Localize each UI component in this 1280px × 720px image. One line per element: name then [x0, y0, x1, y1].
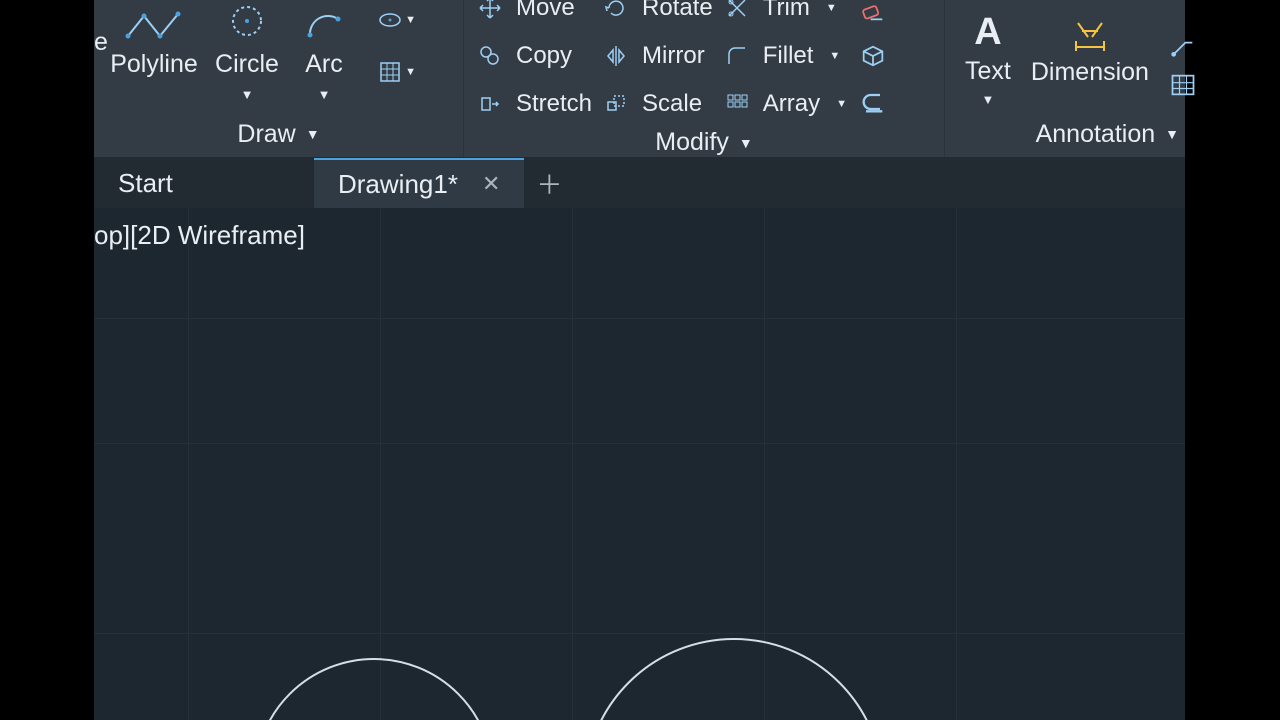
panel-modify-body: Move Copy Stretch	[464, 0, 944, 128]
tab-close-button[interactable]: ✕	[482, 171, 500, 197]
panel-annotation-title[interactable]: Annotation ▼	[945, 111, 1185, 157]
array-dropdown-icon[interactable]: ▼	[836, 98, 847, 110]
trim-label: Trim	[763, 0, 810, 22]
copy-button[interactable]: Copy	[476, 36, 592, 76]
leader-icon	[1169, 31, 1197, 59]
tab-start[interactable]: Start	[94, 158, 314, 208]
solid-icon	[859, 42, 887, 70]
viewport-label[interactable]: op][2D Wireframe]	[94, 220, 305, 251]
move-icon	[476, 0, 504, 22]
scale-icon	[602, 90, 630, 118]
table-tool[interactable]	[1169, 71, 1199, 101]
stretch-button[interactable]: Stretch	[476, 84, 592, 124]
tab-drawing1-label: Drawing1*	[338, 169, 458, 200]
panel-annotation-body: A Text ▼	[945, 0, 1185, 111]
hatch-tool[interactable]: ▼	[372, 52, 422, 92]
panel-modify: Move Copy Stretch	[464, 0, 945, 157]
svg-text:A: A	[974, 11, 1001, 53]
circle-icon	[227, 0, 267, 50]
tab-add-button[interactable]: ＋	[524, 158, 574, 208]
polyline-tool[interactable]: Polyline	[102, 0, 206, 79]
panel-annotation-expand-icon: ▼	[1165, 126, 1179, 142]
table-icon	[1169, 71, 1197, 99]
document-tabbar: Start Drawing1* ✕ ＋	[94, 158, 1185, 208]
trim-button[interactable]: Trim ▼	[723, 0, 847, 28]
trim-icon	[723, 0, 751, 22]
annotation-small-tools	[1169, 31, 1199, 107]
text-icon: A	[966, 7, 1010, 57]
circle-dropdown-icon[interactable]: ▼	[241, 87, 254, 102]
fillet-button[interactable]: Fillet ▼	[723, 36, 847, 76]
arc-label: Arc	[305, 50, 343, 79]
leader-tool[interactable]	[1169, 31, 1199, 61]
mirror-label: Mirror	[642, 42, 705, 70]
array-button[interactable]: Array ▼	[723, 84, 847, 124]
panel-draw-expand-icon: ▼	[306, 126, 320, 142]
ellipse-icon	[378, 8, 402, 32]
panel-annotation: A Text ▼	[945, 0, 1185, 157]
text-tool[interactable]: A Text ▼	[965, 7, 1011, 107]
ellipse-tool[interactable]: ▼	[372, 0, 422, 40]
dimension-tool[interactable]: Dimension	[1031, 8, 1149, 107]
mirror-icon	[602, 42, 630, 70]
polyline-label: Polyline	[110, 50, 198, 79]
subset-icon	[859, 88, 887, 116]
hatch-dropdown-icon[interactable]: ▼	[405, 66, 416, 78]
stretch-icon	[476, 90, 504, 118]
circle-object-2[interactable]	[584, 638, 884, 720]
scale-button[interactable]: Scale	[602, 84, 713, 124]
tab-start-label: Start	[118, 168, 173, 199]
panel-modify-title[interactable]: Modify ▼	[464, 128, 944, 157]
ellipse-dropdown-icon[interactable]: ▼	[405, 14, 416, 26]
panel-draw-title[interactable]: Draw ▼	[94, 111, 463, 157]
dimension-icon	[1068, 8, 1112, 58]
dimension-label: Dimension	[1031, 58, 1149, 87]
array-icon	[723, 90, 751, 118]
panel-modify-title-label: Modify	[655, 128, 729, 157]
circle-label: Circle	[215, 50, 279, 79]
tab-drawing1[interactable]: Drawing1* ✕	[314, 158, 524, 208]
arc-icon	[304, 0, 344, 50]
array-label: Array	[763, 90, 820, 118]
scale-label: Scale	[642, 90, 702, 118]
fillet-icon	[723, 42, 751, 70]
drawing-canvas[interactable]: op][2D Wireframe]	[94, 208, 1185, 720]
move-label: Move	[516, 0, 575, 22]
mirror-button[interactable]: Mirror	[602, 36, 713, 76]
circle-tool[interactable]: Circle ▼	[206, 0, 288, 102]
arc-tool[interactable]: Arc ▼	[288, 0, 360, 102]
rotate-icon	[602, 0, 630, 22]
trim-dropdown-icon[interactable]: ▼	[826, 2, 837, 14]
erase-button[interactable]	[857, 0, 889, 26]
panel-annotation-title-label: Annotation	[1036, 120, 1156, 149]
polyline-icon	[124, 0, 184, 50]
copy-icon	[476, 42, 504, 70]
copy-label: Copy	[516, 42, 572, 70]
app-root: e Polyline	[94, 0, 1185, 720]
ribbon: e Polyline	[94, 0, 1185, 158]
panel-draw-body: e Polyline	[94, 0, 463, 111]
line-tool-cropped[interactable]: e	[94, 0, 102, 57]
draw-small-tools: ▼ ▼	[360, 0, 426, 96]
move-button[interactable]: Move	[476, 0, 592, 28]
panel-modify-expand-icon: ▼	[739, 135, 753, 151]
rotate-label: Rotate	[642, 0, 713, 22]
stretch-label: Stretch	[516, 90, 592, 118]
fillet-label: Fillet	[763, 42, 814, 70]
hatch-icon	[378, 60, 402, 84]
text-dropdown-icon[interactable]: ▼	[981, 92, 994, 107]
panel-draw: e Polyline	[94, 0, 464, 157]
erase-icon	[859, 0, 887, 24]
rotate-button[interactable]: Rotate	[602, 0, 713, 28]
solid-button[interactable]	[857, 40, 889, 72]
fillet-dropdown-icon[interactable]: ▼	[829, 50, 840, 62]
text-label: Text	[965, 57, 1011, 86]
subset-button[interactable]	[857, 86, 889, 118]
panel-draw-title-label: Draw	[237, 120, 295, 149]
circle-object-1[interactable]	[254, 658, 494, 720]
arc-dropdown-icon[interactable]: ▼	[318, 87, 331, 102]
